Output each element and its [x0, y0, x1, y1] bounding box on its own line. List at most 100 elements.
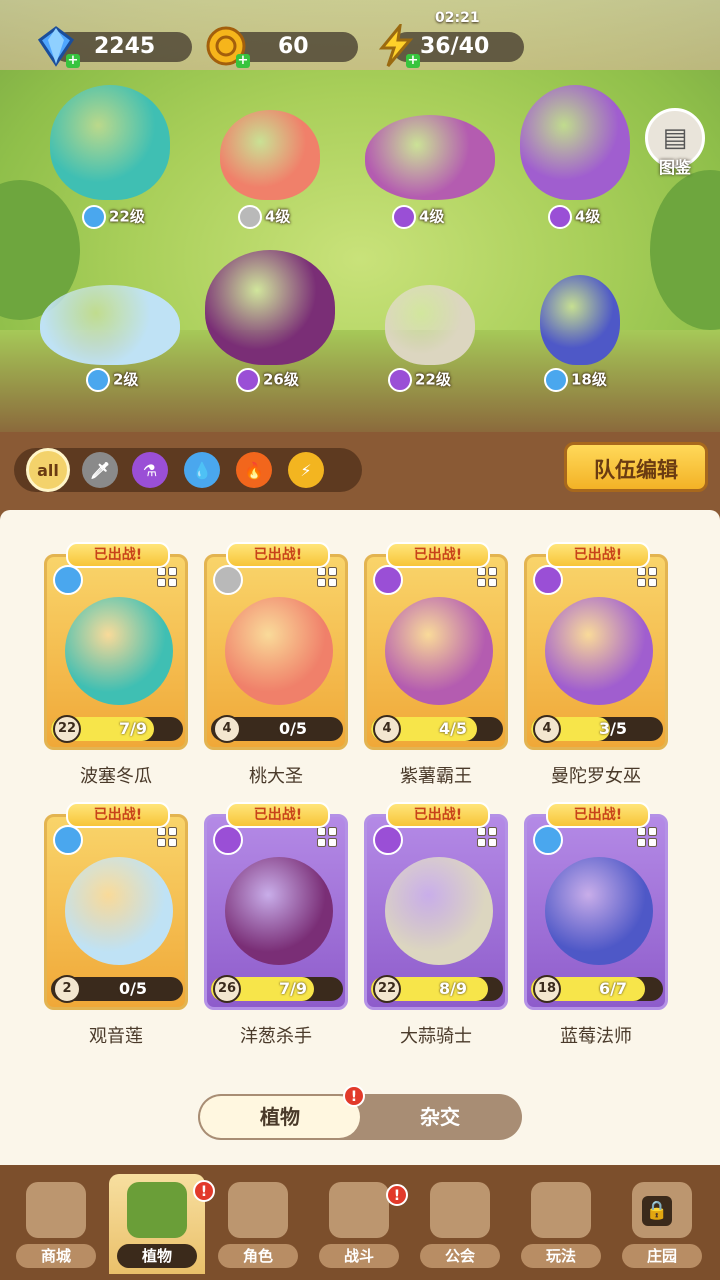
card-level: 18 [533, 975, 561, 1003]
nav-label: 植物 [117, 1244, 197, 1268]
nav-characters[interactable]: 角色 [210, 1174, 306, 1274]
nav-guild[interactable]: 公会 [412, 1174, 508, 1274]
plant-card[interactable]: 4 0/5 [204, 554, 348, 750]
upgrade-progress-bar: 4 3/5 [531, 715, 663, 743]
deployed-badge: 已出战! [66, 802, 170, 828]
plant-portrait [65, 597, 173, 705]
water-icon [544, 368, 568, 392]
filter-lightning-button[interactable]: ⚡ [288, 452, 324, 488]
water-icon [53, 825, 83, 855]
tab-plants[interactable]: 植物 [200, 1096, 360, 1138]
potion-icon [373, 825, 403, 855]
notification-icon: ! [193, 1180, 215, 1202]
garden-plant[interactable] [520, 85, 630, 200]
team-edit-button[interactable]: 队伍编辑 [564, 442, 708, 492]
filter-fire-button[interactable]: 🔥 [236, 452, 272, 488]
grid-icon [637, 567, 657, 587]
atlas-button[interactable]: ▤ 图鉴 [644, 108, 706, 178]
card-name: 波塞冬瓜 [80, 766, 152, 787]
sword-icon [213, 565, 243, 595]
garden-plant-level: 22级 [82, 205, 145, 229]
garden-plant[interactable] [220, 110, 320, 200]
plant-sprite [50, 85, 170, 200]
bush-decoration [650, 170, 720, 330]
level-label: 26级 [263, 370, 299, 389]
card-level: 4 [533, 715, 561, 743]
plant-portrait [65, 857, 173, 965]
upgrade-progress-bar: 4 0/5 [211, 715, 343, 743]
potion-icon [373, 565, 403, 595]
filter-all-button[interactable]: all [26, 448, 70, 492]
garden-plant-level: 4级 [238, 205, 290, 229]
upgrade-progress-bar: 2 0/5 [51, 975, 183, 1003]
plant-sprite [40, 285, 180, 365]
grid-icon [637, 827, 657, 847]
garden-plant-level: 26级 [236, 368, 299, 392]
card-progress-text: 7/9 [278, 979, 308, 998]
lightning-icon: ⚡ [300, 460, 312, 480]
atlas-label: 图鉴 [658, 158, 691, 177]
plant-card[interactable]: 2 0/5 [44, 814, 188, 1010]
potion-icon [548, 205, 572, 229]
grid-icon [317, 827, 337, 847]
level-label: 18级 [571, 370, 607, 389]
garden-plant[interactable] [385, 285, 475, 365]
upgrade-progress-bar: 22 7/9 [51, 715, 183, 743]
card-name: 紫薯霸王 [400, 766, 472, 787]
garden-plant[interactable] [50, 85, 170, 200]
card-progress-text: 0/5 [278, 719, 308, 738]
card-level: 2 [53, 975, 81, 1003]
coins-value: 60 [278, 34, 309, 59]
energy-counter[interactable]: + 36/40 [378, 24, 524, 68]
filter-potion-button[interactable]: ⚗ [132, 452, 168, 488]
card-name: 曼陀罗女巫 [551, 766, 641, 787]
gems-counter[interactable]: + 2245 [37, 26, 192, 68]
level-label: 22级 [109, 207, 145, 226]
filter-sword-button[interactable]: 🗡 [82, 452, 118, 488]
plant-card[interactable]: 22 8/9 [364, 814, 508, 1010]
filter-all-label: all [37, 460, 59, 480]
deployed-badge: 已出战! [546, 542, 650, 568]
nav-gameplay[interactable]: 玩法 [513, 1174, 609, 1274]
card-name: 蓝莓法师 [560, 1026, 632, 1047]
battle-icon [329, 1182, 389, 1238]
nav-label: 庄园 [622, 1244, 702, 1268]
plant-portrait [545, 857, 653, 965]
sword-icon [238, 205, 262, 229]
nav-label: 战斗 [319, 1244, 399, 1268]
upgrade-progress-bar: 4 4/5 [371, 715, 503, 743]
plant-card[interactable]: 4 3/5 [524, 554, 668, 750]
plant-card[interactable]: 4 4/5 [364, 554, 508, 750]
garden-plant[interactable] [540, 275, 620, 365]
filter-water-button[interactable]: 💧 [184, 452, 220, 488]
plant-card[interactable]: 18 6/7 [524, 814, 668, 1010]
add-gems-icon[interactable]: + [66, 54, 80, 68]
deployed-badge: 已出战! [386, 802, 490, 828]
gems-value: 2245 [94, 34, 156, 59]
card-name: 洋葱杀手 [240, 1026, 312, 1047]
garden-plant[interactable] [205, 250, 335, 365]
level-label: 22级 [415, 370, 451, 389]
coins-counter[interactable]: + 60 [206, 26, 358, 68]
plant-card[interactable]: 26 7/9 [204, 814, 348, 1010]
plant-card[interactable]: 22 7/9 [44, 554, 188, 750]
plants-icon [127, 1182, 187, 1238]
tab-hybrid[interactable]: 杂交 [360, 1094, 520, 1140]
lock-icon: 🔒 [642, 1196, 672, 1226]
potion-icon [388, 368, 412, 392]
nav-plants[interactable]: 植物 [109, 1174, 205, 1274]
add-coins-icon[interactable]: + [236, 54, 250, 68]
nav-shop[interactable]: 商城 [8, 1174, 104, 1274]
garden-plant[interactable] [40, 285, 180, 365]
energy-value: 36/40 [420, 34, 490, 59]
deployed-badge: 已出战! [226, 542, 330, 568]
grid-icon [157, 827, 177, 847]
grid-icon [477, 567, 497, 587]
plant-sprite [540, 275, 620, 365]
garden-plant[interactable] [365, 115, 495, 200]
add-energy-icon[interactable]: + [406, 54, 420, 68]
plant-sprite [520, 85, 630, 200]
potion-icon: ⚗ [142, 460, 158, 480]
grid-icon [157, 567, 177, 587]
garden-plant-level: 22级 [388, 368, 451, 392]
